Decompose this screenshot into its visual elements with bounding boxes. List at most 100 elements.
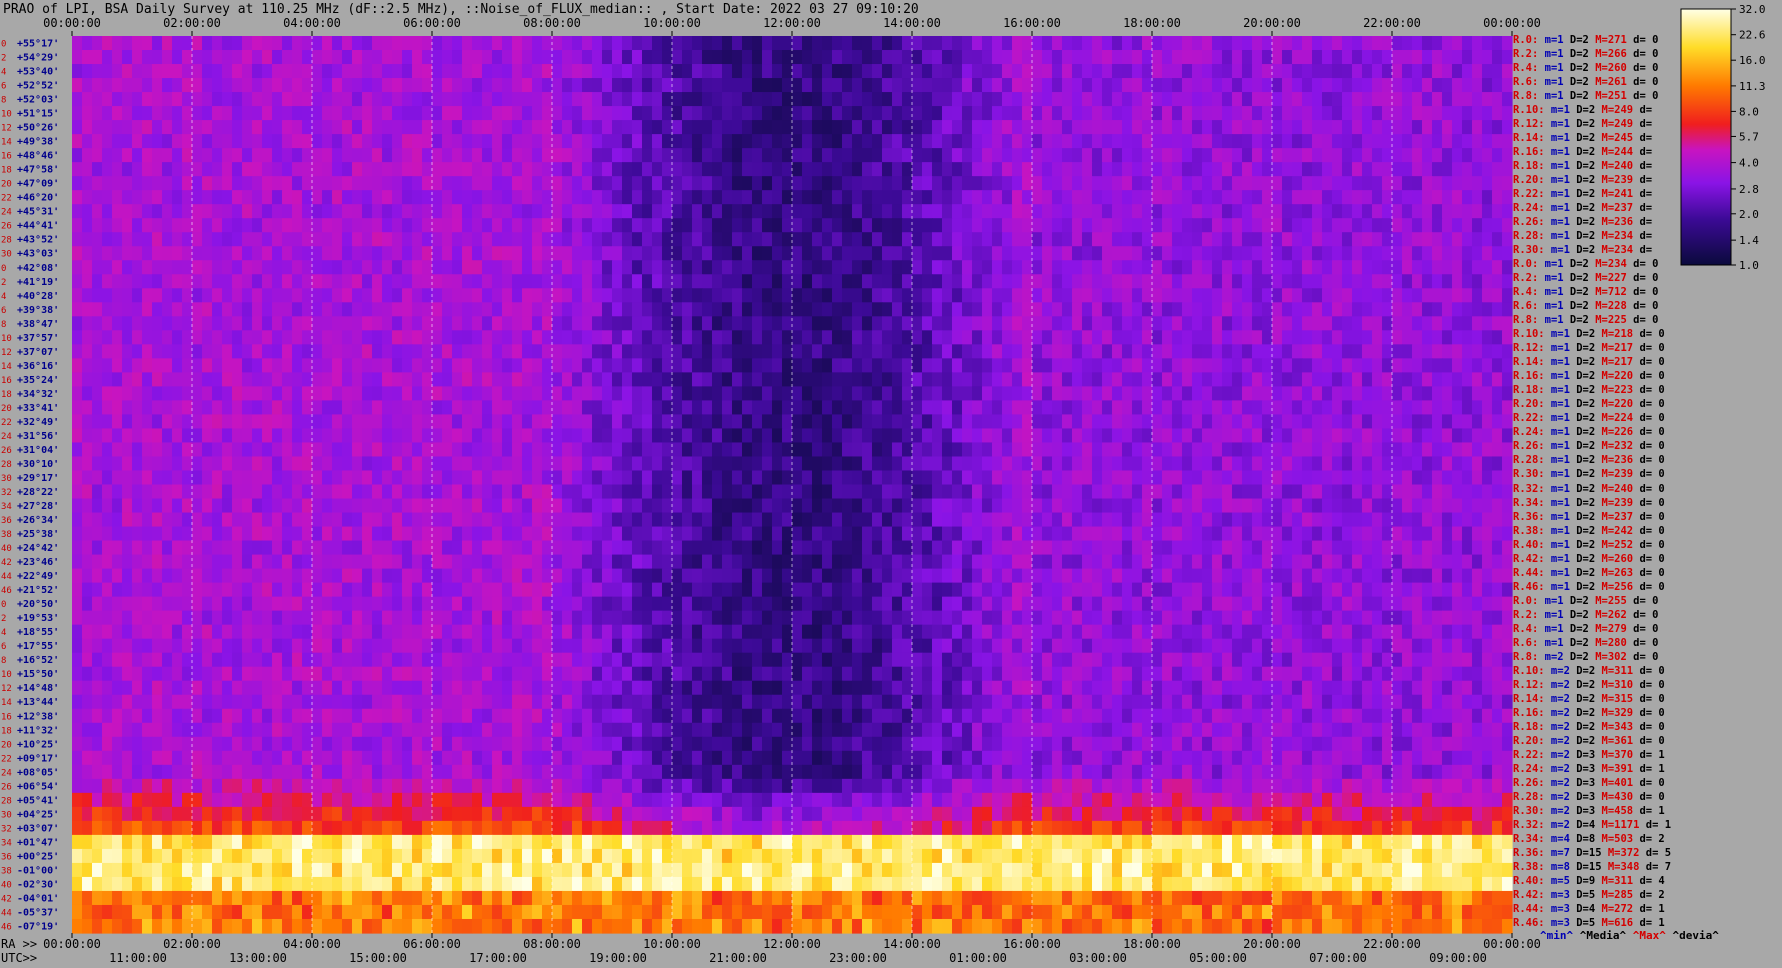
heatmap-cell bbox=[1152, 386, 1163, 402]
heatmap-cell bbox=[1002, 456, 1013, 472]
heatmap-cell bbox=[622, 50, 633, 65]
heatmap-cell bbox=[892, 484, 903, 500]
heatmap-cell bbox=[202, 274, 213, 289]
heatmap-cell bbox=[1282, 288, 1293, 303]
heatmap-cell bbox=[1042, 190, 1053, 205]
heatmap-cell bbox=[422, 218, 433, 233]
heatmap-cell bbox=[632, 36, 643, 51]
heatmap-cell bbox=[152, 302, 163, 317]
heatmap-cell bbox=[722, 78, 733, 93]
heatmap-cell bbox=[952, 372, 963, 387]
heatmap-cell bbox=[282, 484, 293, 500]
heatmap-cell bbox=[1012, 344, 1023, 359]
heatmap-cell bbox=[122, 204, 133, 219]
heatmap-cell bbox=[262, 428, 273, 444]
heatmap-cell bbox=[452, 316, 463, 331]
heatmap-cell bbox=[1112, 428, 1123, 444]
heatmap-cell bbox=[1432, 442, 1443, 458]
heatmap-cell bbox=[1302, 372, 1313, 387]
heatmap-cell bbox=[1142, 274, 1153, 289]
heatmap-cell bbox=[212, 120, 223, 135]
heatmap-cell bbox=[352, 204, 363, 219]
heatmap-cell bbox=[142, 316, 153, 331]
heatmap-cell bbox=[1352, 442, 1363, 458]
heatmap-cell bbox=[1452, 162, 1463, 177]
heatmap-cell bbox=[102, 358, 113, 373]
heatmap-cell bbox=[622, 176, 633, 191]
heatmap-cell bbox=[892, 36, 903, 51]
heatmap-cell bbox=[372, 64, 383, 79]
heatmap-cell bbox=[1332, 218, 1343, 233]
heatmap-cell bbox=[832, 176, 843, 191]
heatmap-cell bbox=[462, 414, 473, 430]
heatmap-cell bbox=[1212, 330, 1223, 345]
heatmap-cell bbox=[1172, 330, 1183, 345]
heatmap-cell bbox=[102, 232, 113, 247]
heatmap-cell bbox=[192, 246, 203, 261]
heatmap-cell bbox=[1182, 162, 1193, 177]
heatmap-cell bbox=[382, 316, 393, 331]
heatmap-cell bbox=[992, 372, 1003, 387]
heatmap-cell bbox=[392, 302, 403, 317]
heatmap-cell bbox=[1322, 344, 1333, 359]
heatmap-cell bbox=[332, 414, 343, 430]
heatmap-cell bbox=[462, 302, 473, 317]
heatmap-cell bbox=[1162, 386, 1173, 402]
heatmap-cell bbox=[942, 330, 953, 345]
heatmap-cell bbox=[112, 64, 123, 79]
heatmap-cell bbox=[842, 148, 853, 163]
heatmap-cell bbox=[752, 190, 763, 205]
heatmap-cell bbox=[1192, 498, 1203, 514]
heatmap-cell bbox=[242, 106, 253, 121]
heatmap-cell bbox=[1122, 120, 1133, 135]
heatmap-cell bbox=[1492, 386, 1503, 402]
heatmap-cell bbox=[892, 204, 903, 219]
heatmap-cell bbox=[712, 92, 723, 107]
heatmap-cell bbox=[362, 512, 373, 528]
heatmap-cell bbox=[352, 176, 363, 191]
heatmap-cell bbox=[242, 414, 253, 430]
heatmap-cell bbox=[102, 64, 113, 79]
heatmap-cell bbox=[472, 36, 483, 51]
heatmap-cell bbox=[962, 456, 973, 472]
heatmap-cell bbox=[1172, 442, 1183, 458]
heatmap-cell bbox=[1422, 484, 1433, 500]
heatmap-cell bbox=[402, 246, 413, 261]
heatmap-cell bbox=[1502, 64, 1513, 79]
heatmap-cell bbox=[602, 400, 613, 416]
heatmap-cell bbox=[112, 330, 123, 345]
heatmap-cell bbox=[1492, 232, 1503, 247]
heatmap-cell bbox=[1152, 316, 1163, 331]
heatmap-cell bbox=[1032, 106, 1043, 121]
heatmap-cell bbox=[972, 288, 983, 303]
heatmap-cell bbox=[302, 302, 313, 317]
heatmap-cell bbox=[402, 36, 413, 51]
heatmap-cell bbox=[192, 428, 203, 444]
heatmap-cell bbox=[1362, 274, 1373, 289]
heatmap-cell bbox=[392, 176, 403, 191]
heatmap-cell bbox=[1272, 442, 1283, 458]
heatmap-cell bbox=[692, 330, 703, 345]
heatmap-cell bbox=[112, 456, 123, 472]
heatmap-cell bbox=[1252, 134, 1263, 149]
heatmap-cell bbox=[202, 456, 213, 472]
heatmap-cell bbox=[1242, 190, 1253, 205]
heatmap-cell bbox=[352, 386, 363, 402]
heatmap-cell bbox=[882, 148, 893, 163]
heatmap-cell bbox=[1282, 176, 1293, 191]
heatmap-cell bbox=[352, 190, 363, 205]
heatmap-cell bbox=[132, 414, 143, 430]
heatmap-cell bbox=[402, 106, 413, 121]
heatmap-cell bbox=[1322, 246, 1333, 261]
heatmap-cell bbox=[1432, 358, 1443, 373]
heatmap-cell bbox=[1152, 232, 1163, 247]
heatmap-cell bbox=[932, 288, 943, 303]
heatmap-cell bbox=[312, 218, 323, 233]
heatmap-cell bbox=[882, 400, 893, 416]
heatmap-cell bbox=[392, 344, 403, 359]
heatmap-cell bbox=[462, 288, 473, 303]
heatmap-cell bbox=[1162, 414, 1173, 430]
heatmap-cell bbox=[292, 316, 303, 331]
heatmap-cell bbox=[172, 246, 183, 261]
heatmap-cell bbox=[382, 498, 393, 514]
